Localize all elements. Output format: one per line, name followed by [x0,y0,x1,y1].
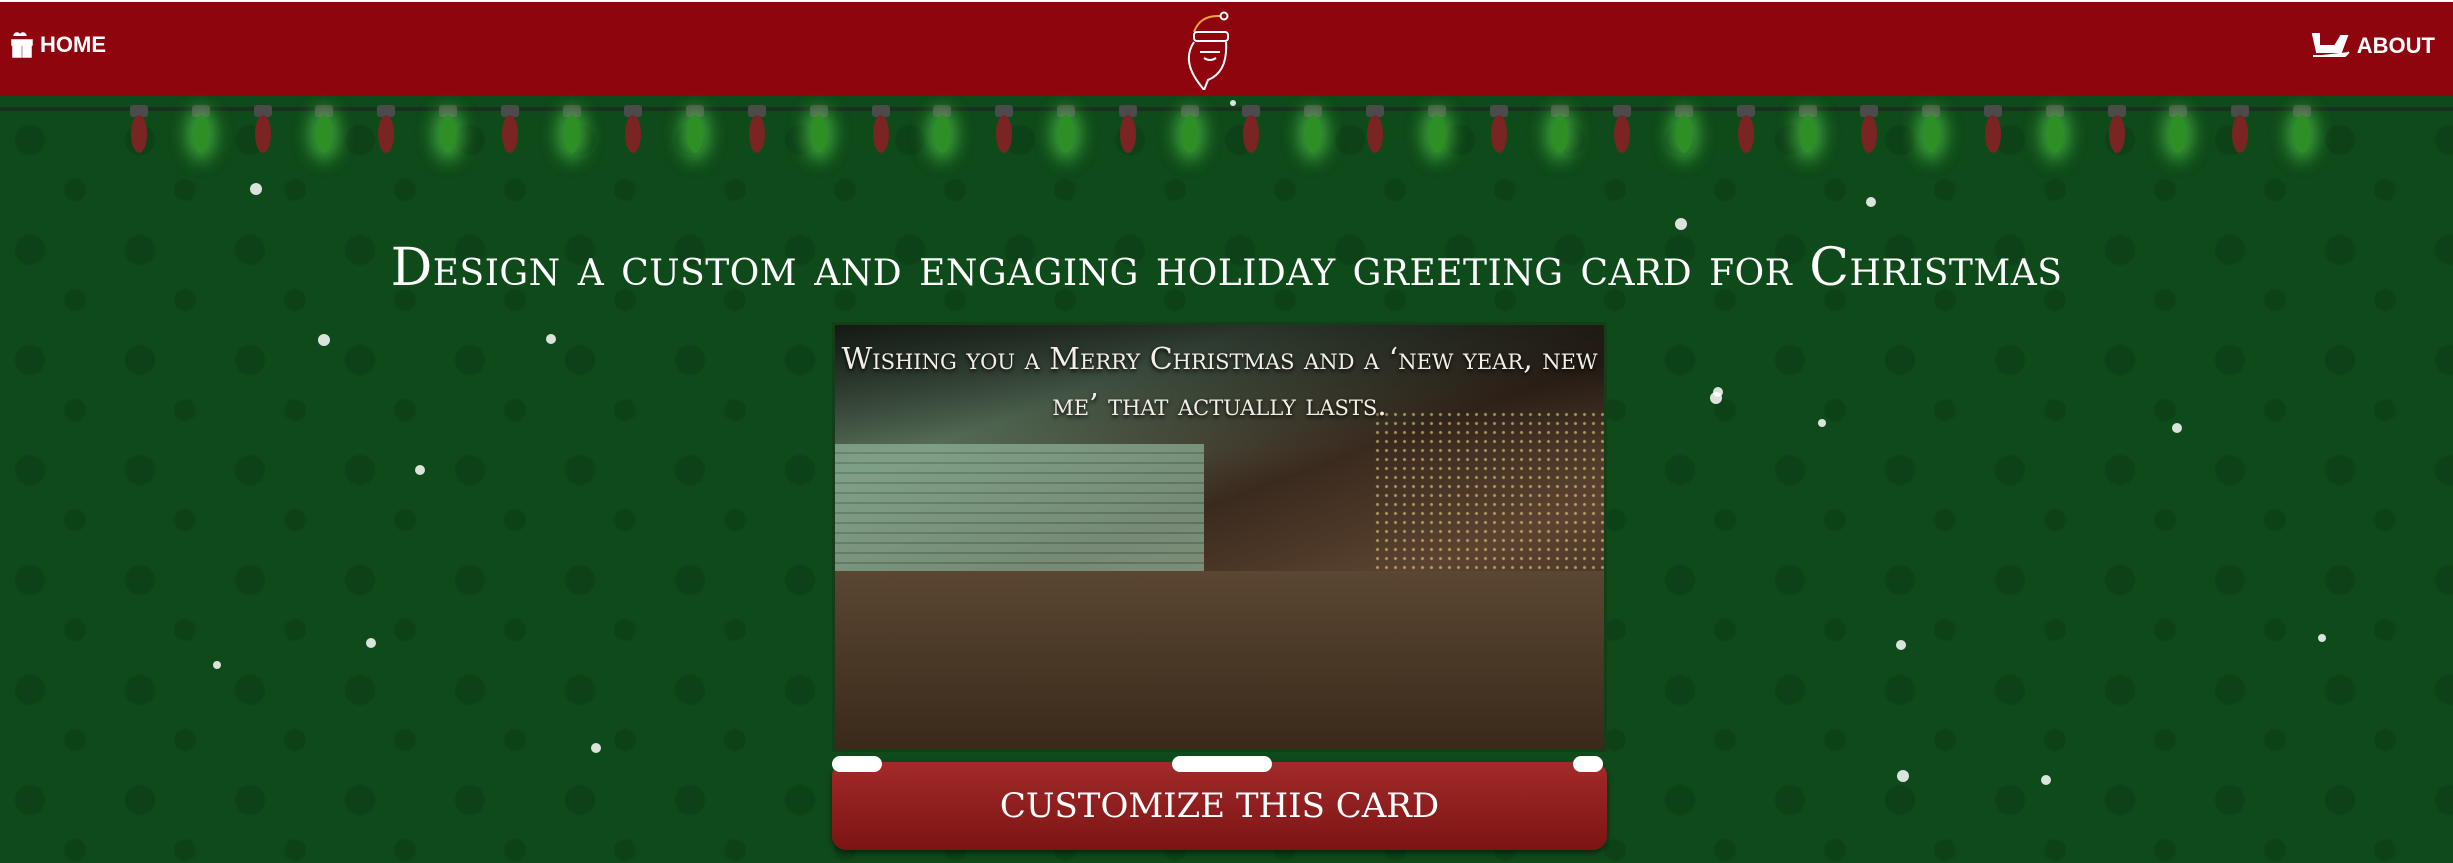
snowflake [250,183,262,195]
snowflake [1897,770,1909,782]
light-bulb [1921,105,1941,153]
home-label: HOME [40,32,106,57]
snowflake [1230,100,1236,106]
santa-logo[interactable] [1180,10,1240,95]
home-link[interactable]: HOME [10,32,106,58]
light-bulb [1180,105,1200,153]
snowflake [1818,419,1826,427]
light-bulb [2107,105,2127,153]
snowflake [318,334,330,346]
snowflake [591,743,601,753]
light-bulb [747,105,767,153]
light-bulb [1118,105,1138,153]
about-label: ABOUT [2356,33,2435,58]
light-bulb [809,105,829,153]
snowflake [415,465,425,475]
light-bulb [1303,105,1323,153]
light-bulb [1365,105,1385,153]
greeting-card-preview[interactable]: Wishing you a Merry Christmas and a ‘new… [832,322,1607,752]
light-bulb [500,105,520,153]
light-bulb [2045,105,2065,153]
snow-cap [1172,756,1272,772]
customize-label: CUSTOMIZE THIS CARD [999,786,1440,826]
light-bulb [1427,105,1447,153]
light-bulb [2292,105,2312,153]
light-bulb [438,105,458,153]
customize-card-button[interactable]: CUSTOMIZE THIS CARD [832,756,1607,850]
light-bulb [685,105,705,153]
snow-cap [832,756,882,772]
light-bulb [1550,105,1570,153]
light-bulb [1056,105,1076,153]
light-bulb [623,105,643,153]
page-title: Design a custom and engaging holiday gre… [390,238,2063,298]
light-bulb [562,105,582,153]
light-string-wire [0,107,2453,111]
light-bulb [2168,105,2188,153]
light-bulb [871,105,891,153]
light-bulb [1859,105,1879,153]
light-bulb [1798,105,1818,153]
santa-icon [1187,11,1229,93]
light-bulb [1983,105,2003,153]
light-bulb [1674,105,1694,153]
snowflake [1713,387,1723,397]
light-bulb [314,105,334,153]
card-image-ground [835,570,1604,749]
light-bulb [1241,105,1261,153]
snowflake [1675,218,1687,230]
light-bulb [2230,105,2250,153]
light-bulb [994,105,1014,153]
gift-icon [11,32,33,58]
light-bulb [191,105,211,153]
snowflake [2172,423,2182,433]
snowflake [213,661,221,669]
card-message: Wishing you a Merry Christmas and a ‘new… [841,342,1598,423]
light-bulb [376,105,396,153]
light-bulb [1489,105,1509,153]
snowflake [366,638,376,648]
about-link[interactable]: ABOUT [2311,32,2435,60]
light-bulb [1612,105,1632,153]
light-bulb [253,105,273,153]
snowflake [546,334,556,344]
light-bulb [129,105,149,153]
snowflake [2041,775,2051,785]
snowflake [2318,634,2326,642]
top-nav-bar: HOME ABOUT [0,0,2453,96]
light-bulb [1736,105,1756,153]
snowflake [1896,640,1906,650]
snow-cap [1573,756,1603,772]
snowflake [1866,197,1876,207]
light-bulb [932,105,952,153]
sleigh-icon [2311,33,2350,57]
